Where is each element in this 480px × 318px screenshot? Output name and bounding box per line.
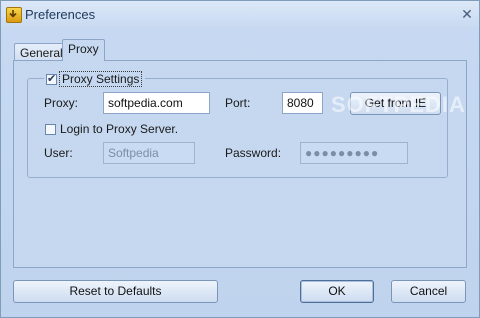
proxy-settings-checkbox[interactable]: ✔ <box>46 72 57 85</box>
close-icon[interactable]: ✕ <box>459 6 475 22</box>
login-checkbox[interactable] <box>45 123 56 135</box>
password-label: Password: <box>225 146 282 160</box>
proxy-tab-panel: ✔ Proxy Settings Proxy: Port: Get from I… <box>13 60 467 268</box>
proxy-host-input[interactable] <box>103 92 210 114</box>
ok-button[interactable]: OK <box>300 280 374 303</box>
proxy-settings-toggle[interactable]: ✔ Proxy Settings <box>44 71 146 87</box>
user-input[interactable] <box>103 142 195 164</box>
cancel-button[interactable]: Cancel <box>391 280 466 303</box>
password-input[interactable] <box>300 142 408 164</box>
login-label: Login to Proxy Server. <box>60 122 179 136</box>
window-title: Preferences <box>25 7 96 22</box>
get-from-ie-button[interactable]: Get from IE <box>350 92 441 115</box>
proxy-settings-label: Proxy Settings <box>59 71 143 87</box>
tab-proxy[interactable]: Proxy <box>62 39 105 61</box>
preferences-window: Preferences ✕ General Proxy ✔ Proxy Sett… <box>0 0 480 318</box>
login-toggle[interactable]: Login to Proxy Server. <box>45 122 178 136</box>
user-label: User: <box>44 146 73 160</box>
port-input[interactable] <box>282 92 323 114</box>
title-bar[interactable]: Preferences ✕ <box>1 1 479 29</box>
checkmark-icon: ✔ <box>47 72 57 85</box>
proxy-settings-group: ✔ Proxy Settings Proxy: Port: Get from I… <box>27 71 448 178</box>
reset-to-defaults-button[interactable]: Reset to Defaults <box>13 280 218 303</box>
port-label: Port: <box>225 96 251 110</box>
download-app-icon <box>6 7 22 23</box>
proxy-label: Proxy: <box>44 96 79 110</box>
